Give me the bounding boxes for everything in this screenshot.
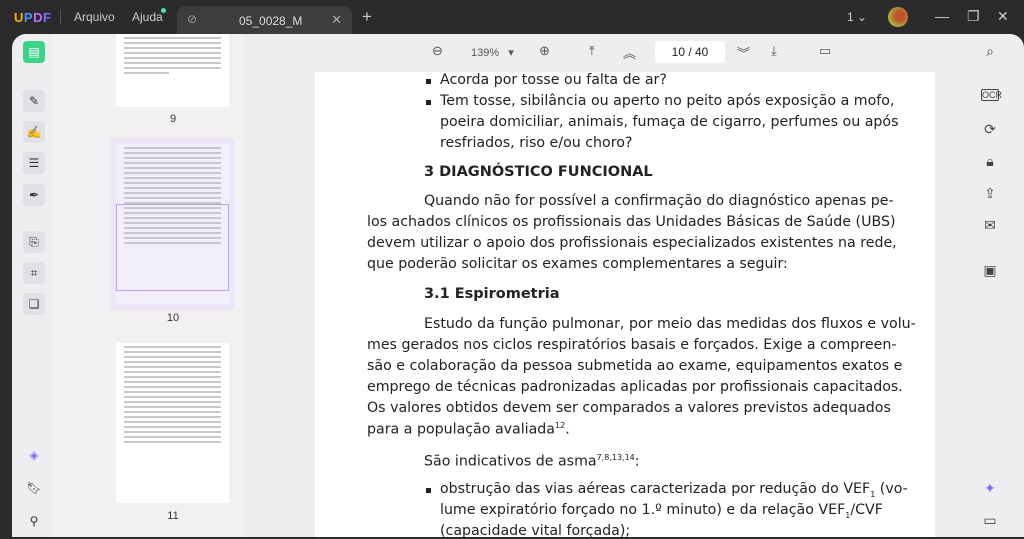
last-page-icon[interactable]: ⤓ xyxy=(771,43,777,59)
search-icon[interactable]: ⌕ xyxy=(981,43,999,60)
text-line: Os valores obtidos devem ser comparados … xyxy=(367,400,891,416)
comment-icon[interactable]: ▭ xyxy=(981,512,999,529)
thumbnail-label: 11 xyxy=(167,510,179,522)
new-tab-button[interactable]: + xyxy=(362,7,372,27)
view-toolbar: ⊖ 139% ▾ ⊕ ⤒ ︽ 10 / 40 ︾ ⤓ ▭ xyxy=(245,34,968,70)
zoom-dropdown[interactable]: 139% ▾ xyxy=(471,46,514,59)
workspace: ▤ ✎ ✍ ☰ ✒ ⎘ ⌗ ❏ ◈ 🔖︎ ⚲ 9 10 11 ⊖ 139% ▾ … xyxy=(12,34,1024,539)
zoom-in-icon[interactable]: ⊕ xyxy=(539,43,550,59)
subsection-heading: 3.1 Espirometria xyxy=(424,286,560,302)
text-line: emprego de técnicas padronizadas aplicad… xyxy=(367,379,903,395)
text-line: devem utilizar o apoio dos profissionais… xyxy=(367,235,897,251)
protect-icon[interactable]: 🔒︎ xyxy=(981,153,999,170)
share-icon[interactable]: ⇪ xyxy=(981,185,999,202)
menu-arquivo[interactable]: Arquivo xyxy=(74,10,115,24)
watermark-icon[interactable]: ❏ xyxy=(23,293,45,315)
thumbnail-label: 10 xyxy=(166,312,180,324)
page-thumbnail-10[interactable] xyxy=(110,138,235,310)
attachment-icon[interactable]: ⚲ xyxy=(23,510,45,532)
text-line: Acorda por tosse ou falta de ar? xyxy=(440,72,667,88)
window-count: 1 xyxy=(847,10,854,24)
text-line: obstrução das vias aéreas caracterizada … xyxy=(440,481,908,499)
text-line: lume expiratório forçado no 1.º minuto) … xyxy=(440,502,883,520)
cloud-off-icon: ⊘ xyxy=(187,12,198,26)
notification-dot xyxy=(161,8,166,13)
minimize-icon[interactable]: — xyxy=(935,8,949,24)
bullet xyxy=(426,488,431,493)
section-heading: 3 DIAGNÓSTICO FUNCIONAL xyxy=(424,164,653,180)
text-line: que poderão solicitar os exames compleme… xyxy=(367,256,788,272)
form-icon[interactable]: ☰ xyxy=(23,152,45,174)
text-line: mes gerados nos ciclos respiratórios bas… xyxy=(367,337,897,353)
ocr-icon[interactable]: OCR xyxy=(981,89,1002,101)
text-line: los achados clínicos os profissionais da… xyxy=(367,214,896,230)
restore-icon[interactable]: ❐ xyxy=(967,8,980,25)
text-line: poeira domiciliar, animais, fumaça de ci… xyxy=(440,114,899,130)
text-line: São indicativos de asma7,8,13,14: xyxy=(424,453,640,470)
close-window-icon[interactable]: ✕ xyxy=(997,8,1009,25)
page-number-input[interactable]: 10 / 40 xyxy=(655,41,725,63)
page-thumbnail-11[interactable] xyxy=(116,343,229,503)
edit-pdf-icon[interactable]: ✍ xyxy=(23,121,45,143)
window-count-dropdown[interactable]: 1 ⌄ xyxy=(847,10,867,24)
text-line: são e colaboração da pessoa submetida ao… xyxy=(367,358,903,374)
presentation-icon[interactable]: ▭ xyxy=(819,43,831,59)
divider xyxy=(60,10,61,24)
text-line: Quando não for possível a confirmação do… xyxy=(424,193,894,209)
page-thumbnail-9[interactable] xyxy=(116,34,229,107)
crop-icon[interactable]: ⌗ xyxy=(23,262,45,284)
text-line: Estudo da função pulmonar, por meio das … xyxy=(424,316,916,332)
bullet xyxy=(426,79,431,84)
convert-icon[interactable]: ⟳ xyxy=(981,121,999,138)
tab-title: 05_0028_M xyxy=(239,14,303,28)
zoom-level: 139% xyxy=(471,47,500,59)
email-icon[interactable]: ✉ xyxy=(981,217,999,234)
sign-icon[interactable]: ✒ xyxy=(23,184,45,206)
avatar[interactable] xyxy=(888,7,908,27)
previous-page-icon[interactable]: ︽ xyxy=(623,43,636,62)
viewport-indicator[interactable] xyxy=(116,204,229,291)
ai-assistant-icon[interactable]: ✦ xyxy=(981,480,999,497)
document-tab[interactable]: ⊘ 05_0028_M ✕ xyxy=(177,6,352,34)
text-line: Tem tosse, sibilância ou aperto no peito… xyxy=(440,93,895,109)
layers-icon[interactable]: ◈ xyxy=(23,444,45,466)
bullet xyxy=(426,100,431,105)
thumbnail-panel: 9 10 11 xyxy=(52,34,245,537)
pdf-page: Acorda por tosse ou falta de ar? Tem tos… xyxy=(315,72,935,539)
first-page-icon[interactable]: ⤒ xyxy=(589,43,595,59)
thumbnail-label: 9 xyxy=(169,113,177,125)
updf-logo[interactable]: UPDF xyxy=(14,10,51,25)
menu-ajuda[interactable]: Ajuda xyxy=(132,10,163,24)
highlighter-icon[interactable]: ✎ xyxy=(23,90,45,112)
organize-pages-icon[interactable]: ⎘ xyxy=(23,231,45,253)
next-page-icon[interactable]: ︾ xyxy=(737,43,750,62)
text-line: para a população avaliada12. xyxy=(367,421,570,438)
left-toolbar: ▤ ✎ ✍ ☰ ✒ ⎘ ⌗ ❏ ◈ 🔖︎ ⚲ xyxy=(12,34,52,537)
text-line: resfriados, riso e/ou choro? xyxy=(440,135,633,151)
bookmark-icon[interactable]: 🔖︎ xyxy=(23,477,45,499)
reader-mode-icon[interactable]: ▤ xyxy=(23,41,45,63)
close-tab-icon[interactable]: ✕ xyxy=(331,12,342,28)
right-toolbar: ⌕ OCR ⟳ 🔒︎ ⇪ ✉ ▣ ✦ ▭ xyxy=(968,34,1012,537)
save-icon[interactable]: ▣ xyxy=(981,262,999,279)
zoom-out-icon[interactable]: ⊖ xyxy=(432,43,443,59)
title-bar: UPDF Arquivo Ajuda ⊘ 05_0028_M ✕ + 1 ⌄ —… xyxy=(0,0,1024,34)
